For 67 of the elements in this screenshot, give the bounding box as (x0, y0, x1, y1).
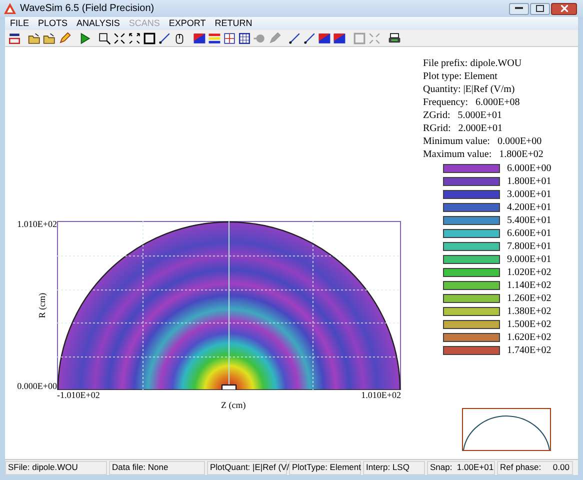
folder-icon[interactable] (42, 31, 56, 45)
plot-info-text: Frequency: 6.000E+08 (423, 96, 521, 109)
axis-label: 1.010E+02 (361, 391, 401, 400)
app-logo-icon (4, 3, 16, 14)
eject-icon[interactable] (7, 31, 21, 45)
maximize-icon (536, 5, 544, 12)
line-tool-icon[interactable] (157, 31, 171, 45)
legend-value: 1.500E+02 (507, 318, 552, 331)
plot-info-text: Maximum value: 1.800E+02 (423, 148, 544, 161)
status-field: Data file: None (109, 460, 205, 474)
menu-item[interactable]: EXPORT (168, 19, 206, 28)
legend-value: 7.800E+01 (507, 240, 552, 253)
axis-label: 0.000E+00 (17, 382, 57, 391)
plot-info-text: RGrid: 2.000E+01 (423, 122, 504, 135)
table-icon[interactable] (237, 31, 251, 45)
line-tool-icon[interactable] (302, 31, 316, 45)
status-field: Ref phase: 0.00 (497, 460, 573, 474)
grid-icon[interactable] (222, 31, 236, 45)
minimize-icon (515, 7, 523, 10)
menu-item[interactable]: RETURN (214, 19, 252, 28)
color-fill-icon[interactable] (317, 31, 331, 45)
legend-value: 5.400E+01 (507, 214, 552, 227)
status-field: SFile: dipole.WOU (5, 460, 107, 474)
legend-value: 6.600E+01 (507, 227, 552, 240)
folder-icon[interactable] (27, 31, 41, 45)
legend-value: 1.380E+02 (507, 305, 552, 318)
legend-value: 1.740E+02 (507, 344, 552, 357)
plot-info-text: File prefix: dipole.WOU (423, 57, 523, 70)
close-button[interactable] (551, 2, 577, 14)
legend-value: 4.200E+01 (507, 201, 552, 214)
axis-title: R (cm) (38, 292, 47, 318)
color-fill-icon[interactable] (192, 31, 206, 45)
axis-label: -1.010E+02 (57, 391, 100, 400)
legend-value: 3.000E+01 (507, 188, 552, 201)
pencil-icon[interactable] (57, 31, 71, 45)
plot-info-text: Minimum value: 0.000E+00 (423, 135, 543, 148)
color-fill-icon[interactable] (332, 31, 346, 45)
status-field: PlotQuant: |E|Ref (V/ (207, 460, 287, 474)
legend-value: 1.140E+02 (507, 279, 552, 292)
status-field: PlotType: Element (289, 460, 361, 474)
axis-label: 1.010E+02 (17, 220, 57, 229)
window-title: WaveSim 6.5 (Field Precision) (20, 2, 154, 16)
legend-value: 1.800E+01 (507, 175, 552, 188)
legend-value: 6.000E+00 (507, 162, 552, 175)
expand-icon[interactable] (127, 31, 141, 45)
printer-icon[interactable] (387, 31, 401, 45)
axis-title: Z (cm) (221, 401, 247, 410)
menu-item[interactable]: PLOTS (38, 19, 68, 28)
plot-info-text: ZGrid: 5.000E+01 (423, 109, 503, 122)
plot-info-text: Quantity: |E|Ref (V/m) (423, 83, 516, 96)
menu-item[interactable]: ANALYSIS (76, 19, 120, 28)
minimize-button[interactable] (509, 2, 529, 14)
legend-value: 9.000E+01 (507, 253, 552, 266)
menu-item[interactable]: FILE (10, 19, 30, 28)
color-bands-icon[interactable] (207, 31, 221, 45)
shrink-icon[interactable] (112, 31, 126, 45)
plot-info-text: Plot type: Element (423, 70, 498, 83)
status-field: Interp: LSQ (363, 460, 425, 474)
maximize-button[interactable] (530, 2, 550, 14)
close-icon (560, 5, 568, 12)
line-tool-icon[interactable] (287, 31, 301, 45)
frame-icon[interactable] (142, 31, 156, 45)
status-field: Snap: 1.00E+01 (427, 460, 495, 474)
legend-value: 1.020E+02 (507, 266, 552, 279)
legend-value: 1.260E+02 (507, 292, 552, 305)
legend-value: 1.620E+02 (507, 331, 552, 344)
zoom-box-icon[interactable] (97, 31, 111, 45)
